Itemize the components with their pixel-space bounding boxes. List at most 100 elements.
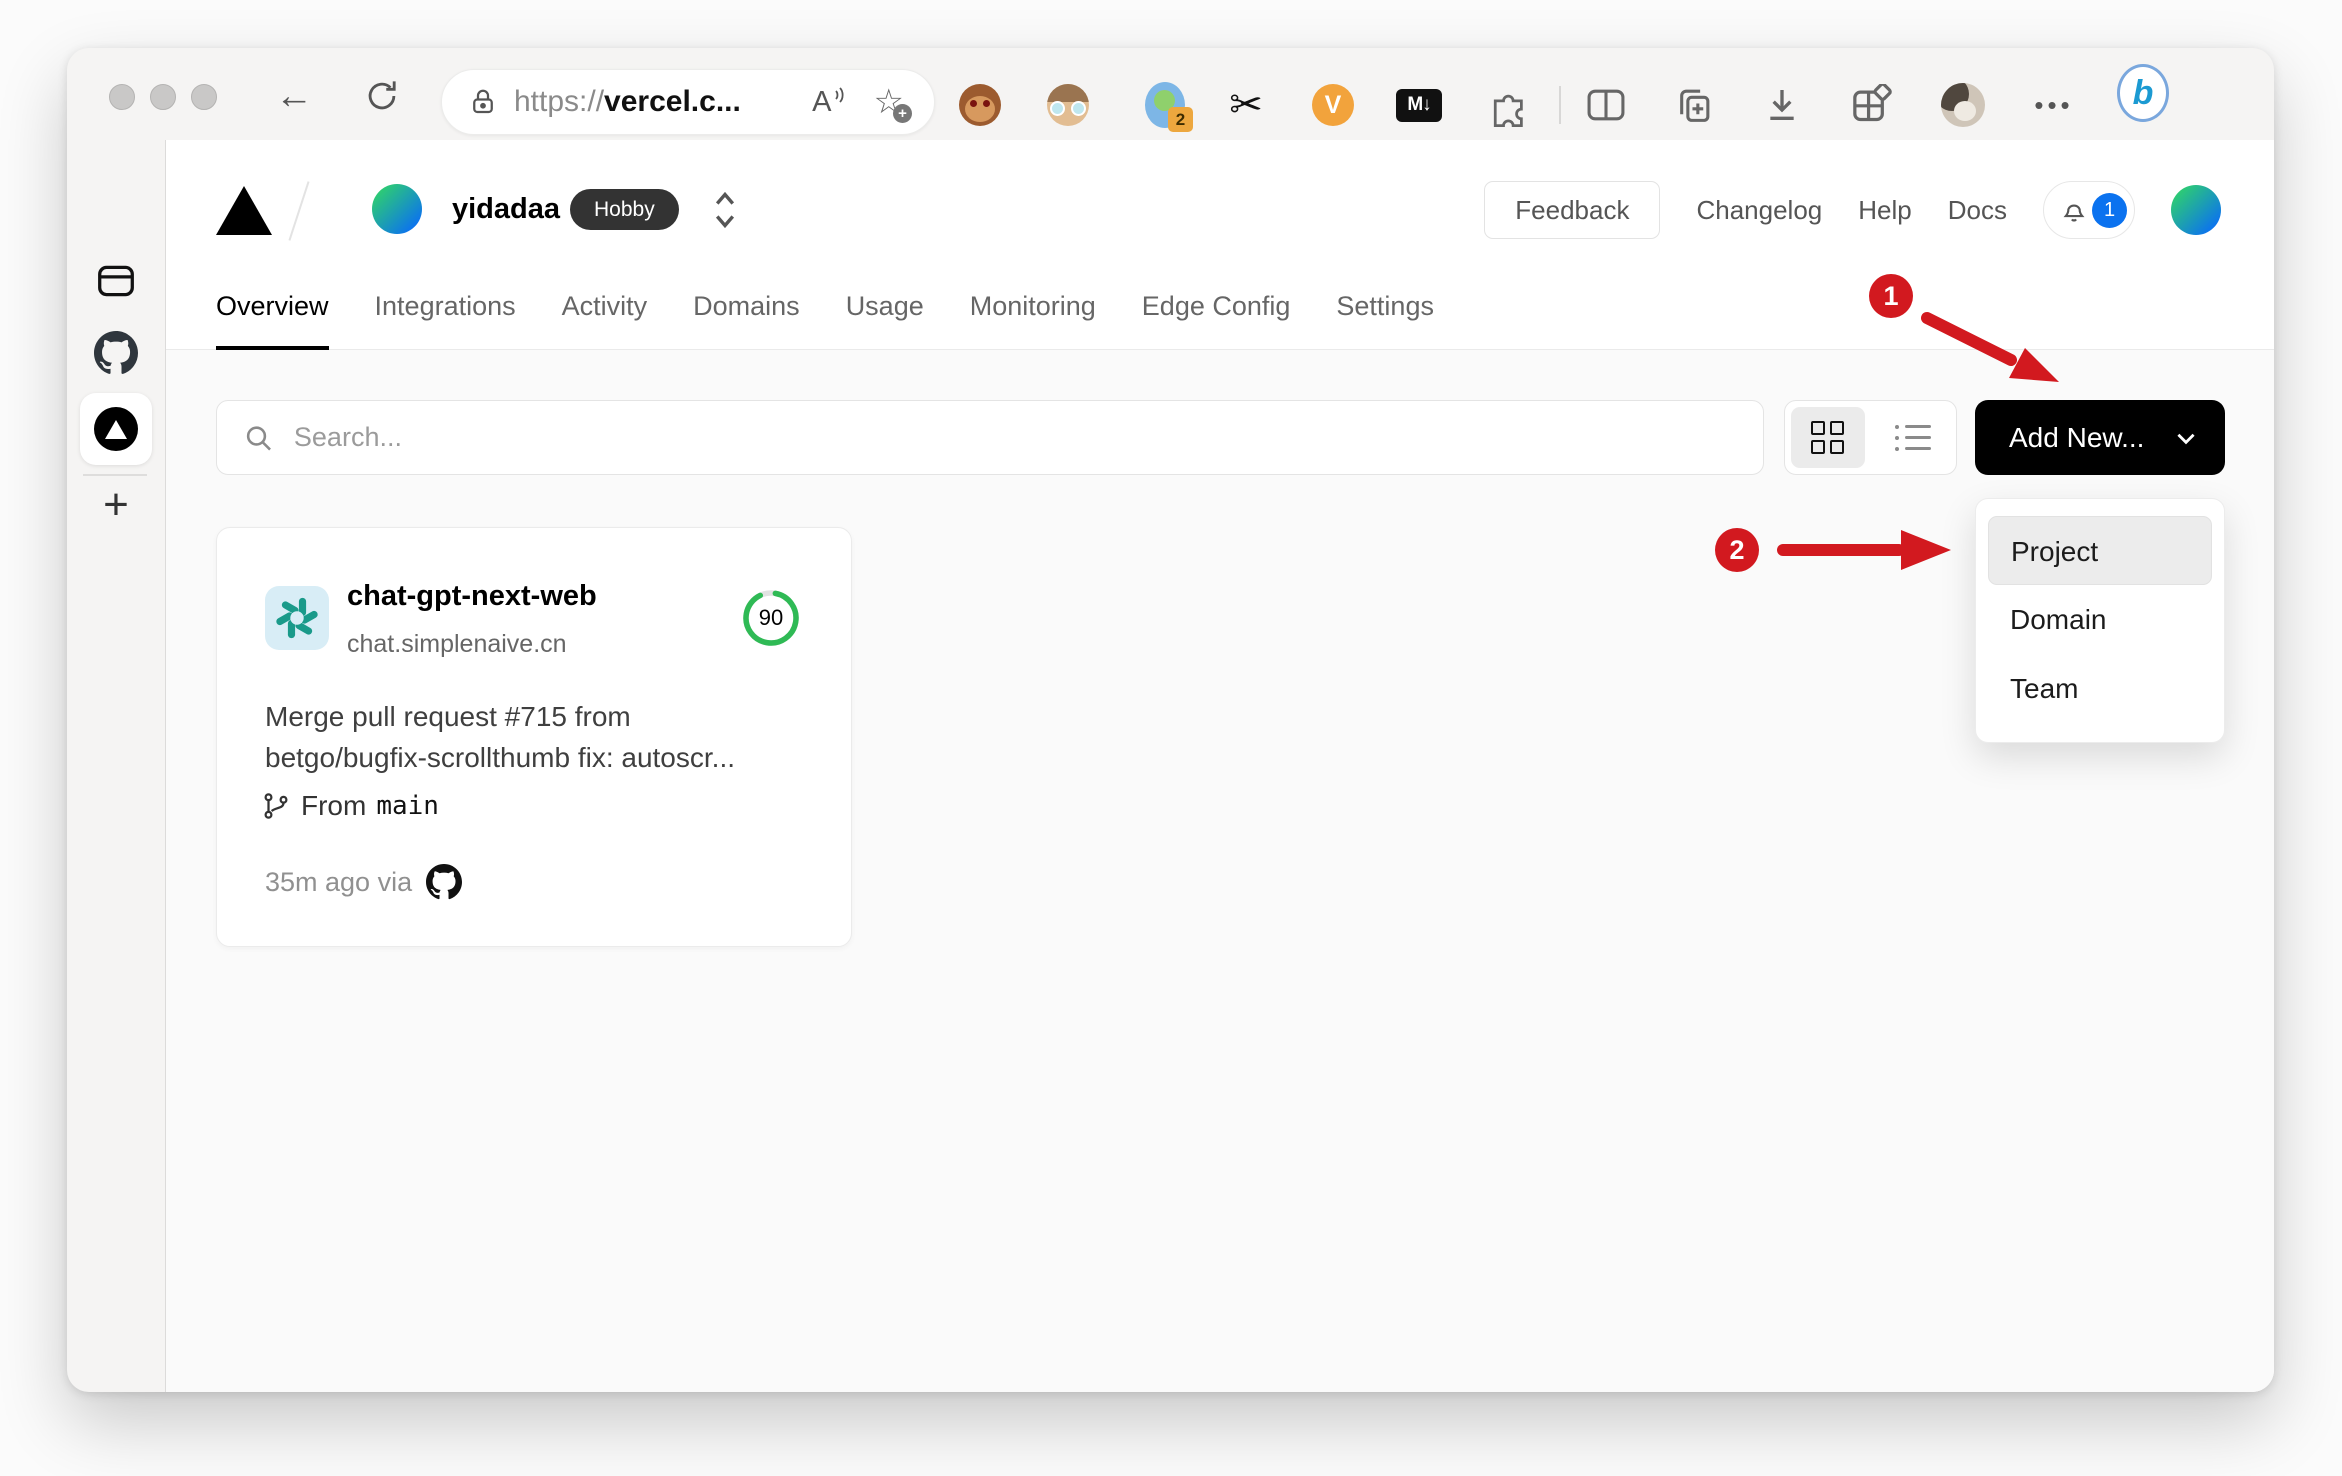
plan-badge: Hobby [570, 189, 679, 230]
lock-icon [473, 89, 493, 114]
link-docs[interactable]: Docs [1948, 195, 2007, 226]
search-input[interactable] [293, 422, 1737, 453]
browser-toolbar: ← https://vercel.c... A ☆ + 2 ✂ V M↓ •••… [67, 48, 2274, 140]
commit-message: Merge pull request #715 from betgo/bugfi… [265, 696, 735, 778]
cat-avatar [1941, 83, 1985, 127]
tab-domains[interactable]: Domains [693, 291, 800, 350]
read-aloud-button[interactable]: A [812, 86, 847, 119]
extension-blue-badge[interactable]: 2 [1139, 79, 1193, 132]
window-panel-icon [98, 265, 134, 297]
sidebar-divider [83, 474, 147, 476]
git-branch-icon [264, 793, 288, 819]
bell-icon [2063, 204, 2085, 222]
browser-menu-button[interactable]: ••• [2028, 79, 2080, 131]
extension-markdown[interactable]: M↓ [1393, 79, 1445, 131]
link-changelog[interactable]: Changelog [1696, 195, 1822, 226]
vercel-logo[interactable] [216, 186, 272, 235]
ellipsis-icon: ••• [2034, 89, 2074, 120]
feedback-button[interactable]: Feedback [1484, 181, 1661, 239]
toolbar-divider [1559, 86, 1561, 124]
chevron-up-down-icon [715, 191, 735, 229]
tab-integrations[interactable]: Integrations [375, 291, 516, 350]
minimize-window-button[interactable] [150, 84, 176, 110]
extension-v[interactable]: V [1307, 79, 1359, 131]
monkey-icon [959, 84, 1001, 126]
team-switcher-button[interactable] [712, 188, 738, 237]
split-screen-icon [1587, 89, 1625, 121]
from-label: From [301, 790, 367, 821]
favorite-button[interactable]: ☆ + [874, 85, 912, 123]
close-window-button[interactable] [109, 84, 135, 110]
projects-content: Add New... Project Domain Team [166, 350, 2274, 1392]
branch-row: From main [261, 790, 439, 822]
collections-button[interactable] [1668, 79, 1720, 131]
tab-edge-config[interactable]: Edge Config [1142, 291, 1291, 350]
extensions-menu-button[interactable] [1483, 79, 1535, 131]
add-new-dropdown: Project Domain Team [1975, 498, 2225, 743]
tab-settings[interactable]: Settings [1336, 291, 1434, 350]
star-plus-badge: + [893, 104, 912, 123]
new-tab-button[interactable]: + [91, 480, 141, 530]
tab-activity[interactable]: Activity [562, 291, 648, 350]
team-avatar[interactable] [372, 184, 422, 234]
dropdown-item-project[interactable]: Project [1988, 516, 2212, 585]
reload-button[interactable] [358, 72, 406, 120]
zoom-window-button[interactable] [191, 84, 217, 110]
dashboard-header: yidadaa Hobby Feedback Changelog Help Do… [166, 140, 2274, 350]
apps-button[interactable] [1845, 79, 1897, 131]
downloads-button[interactable] [1756, 79, 1808, 131]
sidebar-tab-github[interactable] [94, 331, 138, 380]
annotation-step-1: 1 [1869, 274, 1913, 318]
project-name[interactable]: chat-gpt-next-web [347, 580, 597, 613]
score-value: 90 [758, 605, 784, 630]
extension-clipper[interactable]: ✂ [1220, 79, 1272, 131]
bing-chat-button[interactable]: b [2117, 64, 2169, 122]
add-new-button[interactable]: Add New... [1975, 400, 2225, 475]
address-bar[interactable]: https://vercel.c... A ☆ + [441, 69, 935, 135]
list-view-button[interactable] [1877, 407, 1951, 468]
split-screen-button[interactable] [1580, 79, 1632, 131]
github-icon [426, 864, 463, 900]
bing-icon: b [2117, 64, 2169, 122]
team-name[interactable]: yidadaa [452, 184, 560, 234]
tab-overview[interactable]: Overview [216, 291, 329, 350]
dropdown-item-team[interactable]: Team [1988, 654, 2212, 723]
grid-view-button[interactable] [1791, 407, 1865, 468]
breadcrumb-slash [288, 181, 310, 241]
apps-grid-icon [1853, 84, 1892, 122]
commit-line-2: betgo/bugfix-scrollthumb fix: autoscr... [265, 742, 735, 773]
back-button[interactable]: ← [270, 72, 318, 120]
project-card[interactable]: chat-gpt-next-web chat.simplenaive.cn 90… [216, 527, 852, 947]
project-domain[interactable]: chat.simplenaive.cn [347, 630, 567, 659]
girl-avatar-icon [1047, 84, 1089, 126]
dashboard-tabs: Overview Integrations Activity Domains U… [216, 291, 1434, 350]
grid-icon [1811, 421, 1845, 454]
collections-icon [1680, 89, 1710, 122]
tab-monitoring[interactable]: Monitoring [970, 291, 1096, 350]
link-help[interactable]: Help [1858, 195, 1911, 226]
sidebar-tab-vercel-active[interactable] [80, 393, 152, 465]
read-aloud-icon: A [812, 85, 832, 118]
tab-actions-button[interactable] [97, 264, 135, 303]
extension-avatar-girl[interactable] [1042, 79, 1094, 131]
browser-profile-button[interactable] [1937, 79, 1989, 131]
notifications-button[interactable]: 1 [2043, 181, 2135, 239]
github-favicon [94, 331, 138, 374]
reload-icon [368, 81, 396, 110]
tab-usage[interactable]: Usage [846, 291, 924, 350]
list-icon [1895, 424, 1932, 451]
markdown-icon: M↓ [1396, 88, 1442, 122]
user-avatar[interactable] [2171, 185, 2221, 235]
url-host: vercel.c... [604, 85, 741, 118]
extension-tampermonkey[interactable] [954, 79, 1006, 131]
download-icon [1770, 90, 1794, 120]
vercel-favicon [94, 407, 138, 451]
url-text: https://vercel.c... [514, 85, 741, 119]
search-icon [246, 425, 271, 451]
search-bar [216, 400, 1764, 475]
view-toggle [1784, 400, 1957, 475]
score-ring[interactable]: 90 [741, 588, 801, 648]
add-new-label: Add New... [2009, 421, 2145, 453]
browser-window: ← https://vercel.c... A ☆ + 2 ✂ V M↓ •••… [67, 48, 2274, 1392]
dropdown-item-domain[interactable]: Domain [1988, 585, 2212, 654]
